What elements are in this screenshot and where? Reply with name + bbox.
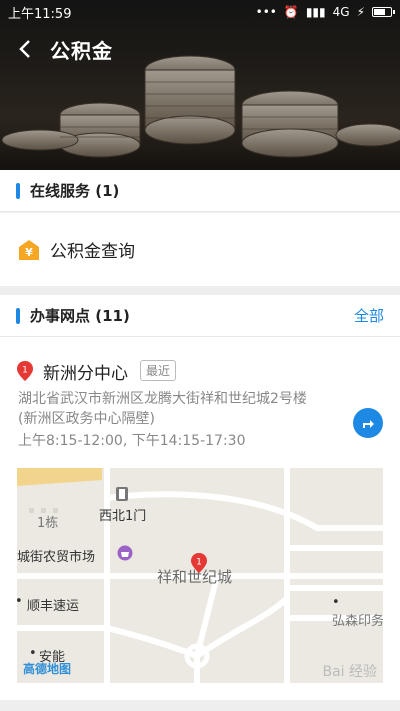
section-accent-bar bbox=[16, 307, 20, 324]
map-pin-number: 1 bbox=[196, 558, 202, 568]
map-provider-logo: 高德地图 bbox=[23, 662, 72, 676]
alarm-icon: ⏰ bbox=[283, 5, 299, 19]
poi-dot-icon: • bbox=[17, 594, 23, 609]
status-icons: ••• ⏰ ▮▮▮ 4G ⚡ bbox=[255, 5, 395, 19]
map-label-building: 1栋 bbox=[37, 516, 59, 531]
battery-icon bbox=[372, 7, 395, 17]
map-view[interactable]: 1栋 西北1门 城街农贸市场 祥和世纪城 1 • 顺丰速运 • 弘森印务 • 安… bbox=[17, 468, 383, 683]
map-label-hongsen: 弘森印务 bbox=[332, 614, 383, 629]
more-dots-icon: ••• bbox=[255, 5, 277, 19]
status-time: 上午11:59 bbox=[8, 6, 72, 22]
service-item-label: 公积金查询 bbox=[50, 242, 135, 262]
navigate-button[interactable] bbox=[353, 408, 383, 438]
charging-icon: ⚡ bbox=[356, 5, 365, 19]
watermark: Bai 经验 bbox=[322, 664, 377, 680]
yuan-coin-icon: ¥ bbox=[19, 239, 39, 260]
office-address: 湖北省武汉市新洲区龙腾大街祥和世纪城2号楼 (新洲区政务中心隔壁) bbox=[18, 391, 307, 427]
pin-number: 1 bbox=[22, 366, 28, 376]
shopping-basket-icon bbox=[117, 545, 133, 561]
map-label-shunfeng: 顺丰速运 bbox=[27, 599, 80, 614]
back-arrow-icon bbox=[19, 40, 30, 58]
poi-dot-icon: • bbox=[29, 646, 37, 661]
back-button[interactable] bbox=[0, 28, 50, 70]
coins-background-image bbox=[0, 0, 400, 170]
online-services-header: 在线服务 (1) bbox=[0, 170, 400, 212]
poi-dot-icon: • bbox=[332, 595, 340, 610]
offices-header: 办事网点 (11) 全部 bbox=[0, 295, 400, 337]
map-location-pin-icon: 1 bbox=[191, 553, 207, 573]
office-name: 新洲分中心 bbox=[43, 364, 128, 384]
svg-text:¥: ¥ bbox=[25, 246, 33, 259]
offices-title: 办事网点 (11) bbox=[30, 307, 130, 325]
page-bottom bbox=[0, 700, 400, 711]
section-accent-bar bbox=[16, 182, 20, 199]
map-label-gate: 西北1门 bbox=[99, 509, 147, 524]
signal-icon: ▮▮▮ bbox=[305, 5, 326, 19]
navigation-arrow-icon bbox=[363, 420, 374, 428]
view-all-link[interactable]: 全部 bbox=[354, 305, 384, 326]
door-icon bbox=[116, 487, 128, 501]
online-services-title: 在线服务 (1) bbox=[30, 182, 120, 200]
service-item-fund-query[interactable]: ¥ 公积金查询 bbox=[0, 213, 400, 286]
location-pin-icon: 1 bbox=[17, 361, 33, 381]
header-banner: 上午11:59 ••• ⏰ ▮▮▮ 4G ⚡ 公积金 bbox=[0, 0, 400, 170]
page-title: 公积金 bbox=[50, 38, 113, 63]
status-bar: 上午11:59 ••• ⏰ ▮▮▮ 4G ⚡ bbox=[0, 0, 400, 24]
office-hours: 上午8:15-12:00, 下午14:15-17:30 bbox=[18, 433, 246, 449]
network-type: 4G bbox=[332, 5, 350, 19]
app-bar: 公积金 bbox=[0, 28, 400, 70]
map-label-market: 城街农贸市场 bbox=[17, 550, 96, 565]
nearest-badge: 最近 bbox=[140, 360, 177, 381]
